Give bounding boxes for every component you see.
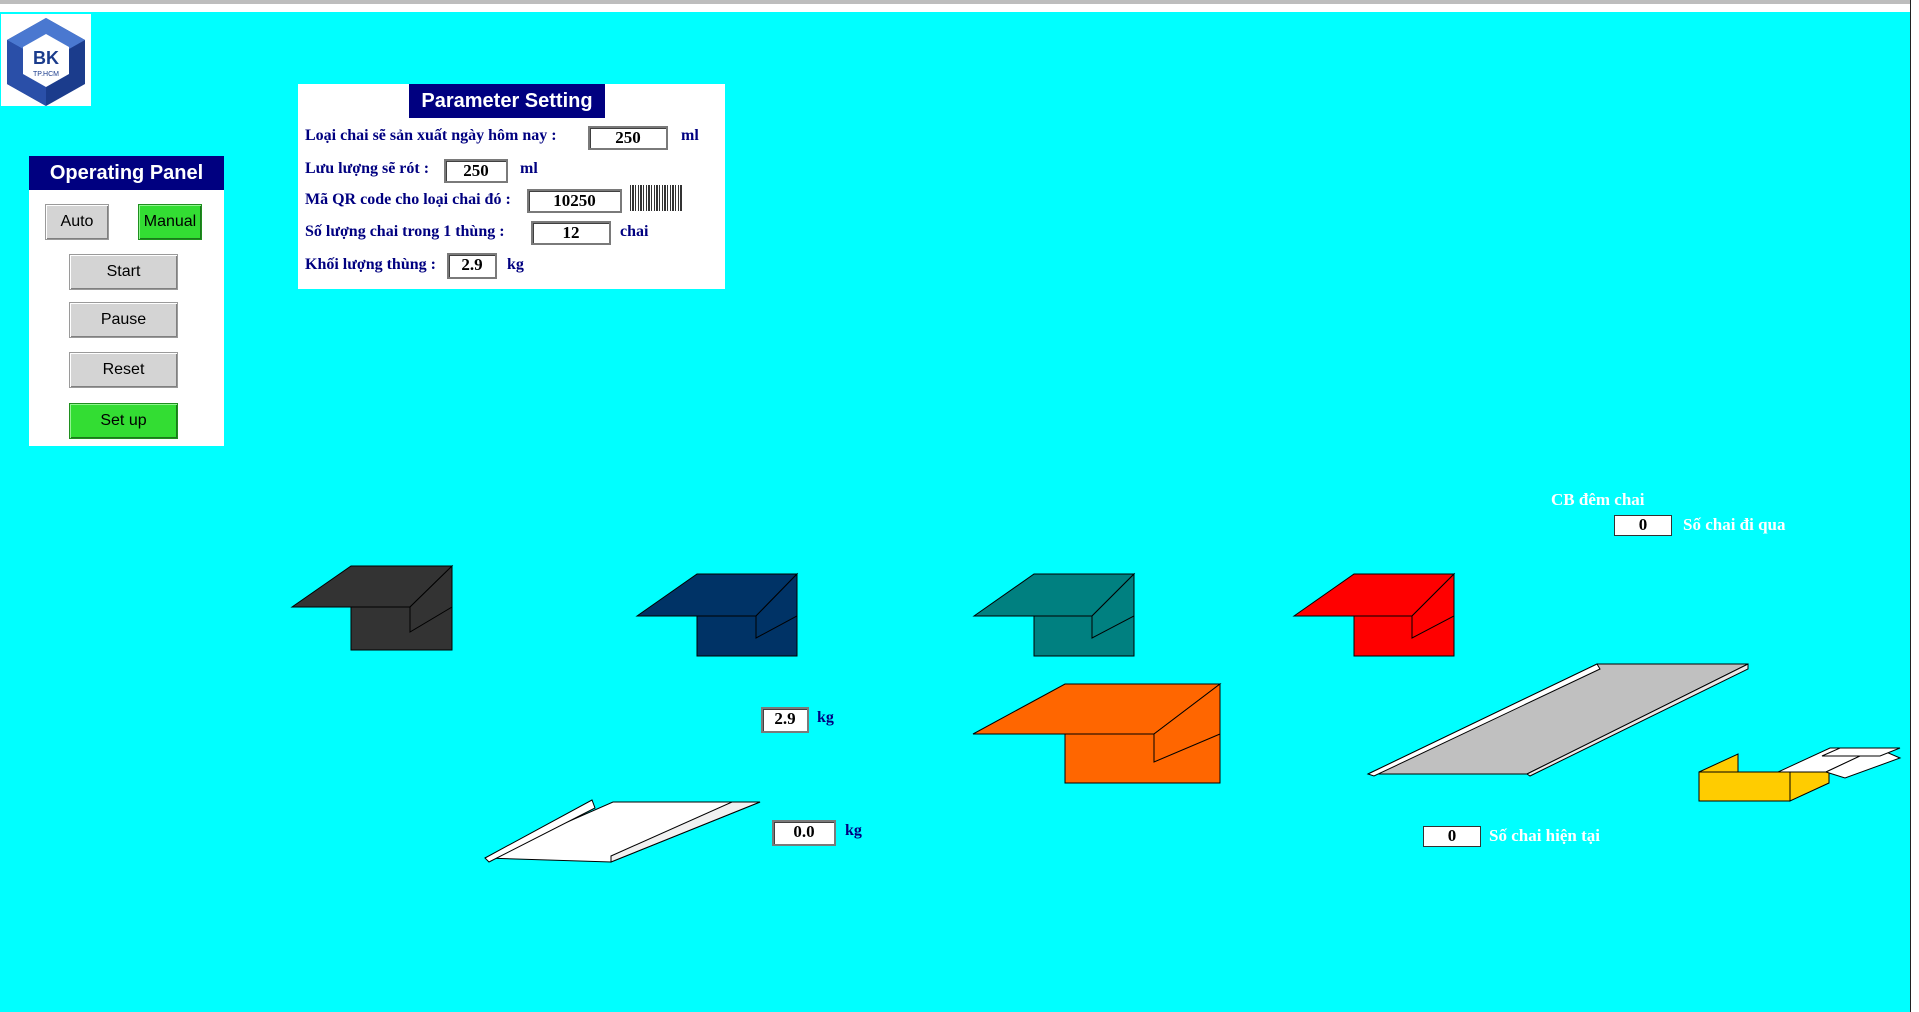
teal-tank [972, 572, 1136, 657]
weight-display-2: 0.0 [772, 820, 836, 846]
current-bottle-count-label: Số chai hiện tại [1489, 826, 1600, 845]
navy-tank [635, 572, 799, 657]
current-bottle-count-display: 0 [1423, 826, 1481, 847]
grey-conveyor [1366, 663, 1749, 777]
weight-display-1: 2.9 [761, 707, 809, 733]
weight-display-1-unit: kg [817, 709, 834, 726]
black-tank [290, 564, 454, 651]
bottle-sensor-label: CB đêm chai [1551, 490, 1645, 509]
bottles-passed-label: Số chai đi qua [1683, 515, 1786, 534]
yellow-box [1698, 747, 1902, 802]
red-tank [1292, 572, 1456, 657]
scale-tray [484, 799, 761, 863]
weight-display-2-unit: kg [845, 822, 862, 839]
bottles-passed-display: 0 [1614, 515, 1672, 536]
orange-tank [972, 682, 1222, 784]
